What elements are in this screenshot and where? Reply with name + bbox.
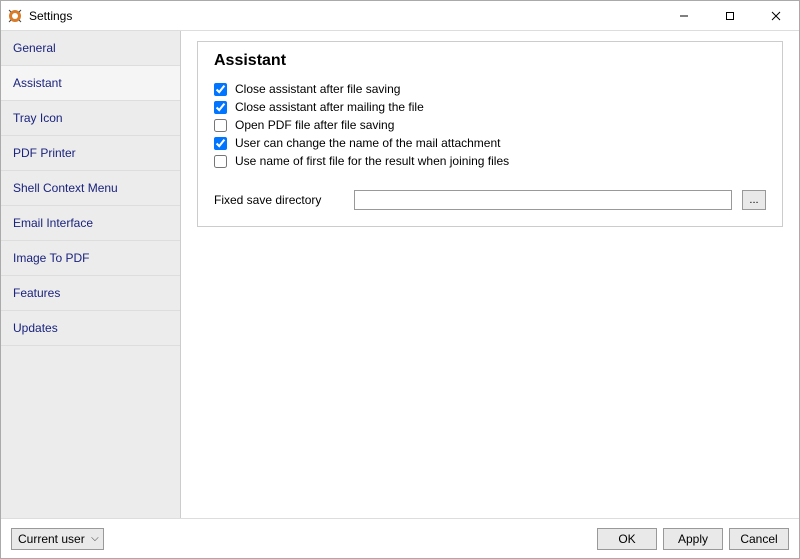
- checkbox-label: User can change the name of the mail att…: [235, 136, 500, 150]
- apply-button[interactable]: Apply: [663, 528, 723, 550]
- sidebar-item-label: Email Interface: [13, 216, 93, 230]
- fixed-dir-input[interactable]: [354, 190, 732, 210]
- body-area: General Assistant Tray Icon PDF Printer …: [1, 31, 799, 518]
- sidebar: General Assistant Tray Icon PDF Printer …: [1, 31, 181, 518]
- sidebar-item-label: General: [13, 41, 56, 55]
- group-title: Assistant: [214, 52, 766, 70]
- cancel-button[interactable]: Cancel: [729, 528, 789, 550]
- checkbox-row: User can change the name of the mail att…: [214, 134, 766, 152]
- app-icon: [7, 8, 23, 24]
- close-button[interactable]: [753, 1, 799, 30]
- minimize-button[interactable]: [661, 1, 707, 30]
- titlebar: Settings: [1, 1, 799, 31]
- sidebar-item-features[interactable]: Features: [1, 276, 180, 311]
- checkbox-row: Open PDF file after file saving: [214, 116, 766, 134]
- checkbox-close-after-saving[interactable]: [214, 83, 227, 96]
- checkbox-use-first-file-name[interactable]: [214, 155, 227, 168]
- checkbox-label: Use name of first file for the result wh…: [235, 154, 509, 168]
- sidebar-item-shell-context-menu[interactable]: Shell Context Menu: [1, 171, 180, 206]
- window-title: Settings: [29, 9, 72, 23]
- sidebar-item-image-to-pdf[interactable]: Image To PDF: [1, 241, 180, 276]
- sidebar-item-label: Features: [13, 286, 60, 300]
- checkbox-label: Close assistant after file saving: [235, 82, 400, 96]
- sidebar-item-label: Shell Context Menu: [13, 181, 118, 195]
- main-panel: Assistant Close assistant after file sav…: [181, 31, 799, 518]
- checkbox-change-attachment-name[interactable]: [214, 137, 227, 150]
- sidebar-item-updates[interactable]: Updates: [1, 311, 180, 346]
- window-controls: [661, 1, 799, 30]
- checkbox-label: Open PDF file after file saving: [235, 118, 394, 132]
- checkbox-label: Close assistant after mailing the file: [235, 100, 424, 114]
- sidebar-item-general[interactable]: General: [1, 31, 180, 66]
- sidebar-item-label: Tray Icon: [13, 111, 63, 125]
- ok-button[interactable]: OK: [597, 528, 657, 550]
- settings-window: Settings General Assistant Tray Icon PDF…: [0, 0, 800, 559]
- sidebar-item-label: Updates: [13, 321, 58, 335]
- checkbox-row: Use name of first file for the result wh…: [214, 152, 766, 170]
- maximize-button[interactable]: [707, 1, 753, 30]
- footer: Current user OK Apply Cancel: [1, 518, 799, 558]
- sidebar-item-email-interface[interactable]: Email Interface: [1, 206, 180, 241]
- checkbox-row: Close assistant after file saving: [214, 80, 766, 98]
- sidebar-item-label: Assistant: [13, 76, 62, 90]
- checkbox-open-pdf-after-saving[interactable]: [214, 119, 227, 132]
- assistant-group: Assistant Close assistant after file sav…: [197, 41, 783, 227]
- fixed-dir-label: Fixed save directory: [214, 193, 344, 207]
- sidebar-item-tray-icon[interactable]: Tray Icon: [1, 101, 180, 136]
- sidebar-item-assistant[interactable]: Assistant: [1, 66, 180, 101]
- user-scope-select[interactable]: Current user: [11, 528, 104, 550]
- sidebar-item-label: Image To PDF: [13, 251, 89, 265]
- checkbox-row: Close assistant after mailing the file: [214, 98, 766, 116]
- checkbox-close-after-mailing[interactable]: [214, 101, 227, 114]
- sidebar-item-label: PDF Printer: [13, 146, 76, 160]
- sidebar-item-pdf-printer[interactable]: PDF Printer: [1, 136, 180, 171]
- fixed-save-directory-row: Fixed save directory ...: [214, 190, 766, 210]
- user-scope-value: Current user: [18, 532, 85, 546]
- browse-button[interactable]: ...: [742, 190, 766, 210]
